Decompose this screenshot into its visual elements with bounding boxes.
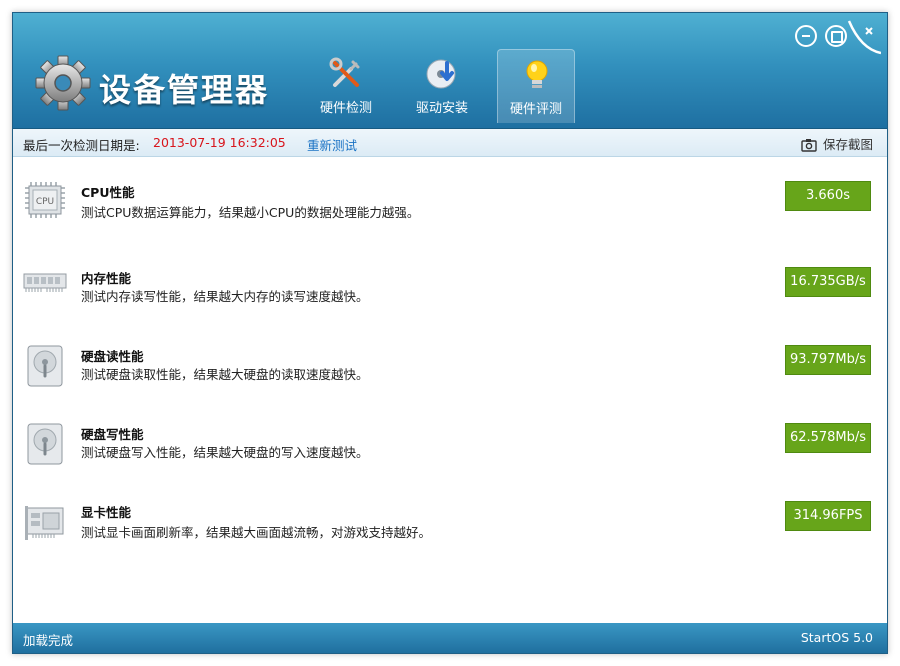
cpu-icon: CPU [25, 182, 65, 218]
tools-icon [329, 57, 360, 87]
cpu-chip-text: CPU [36, 197, 54, 207]
memory-icon [23, 273, 67, 292]
benchmark-score: 16.735GB/s [785, 267, 871, 297]
benchmark-score: 314.96FPS [785, 501, 871, 531]
benchmark-title: 硬盘读性能 [81, 349, 144, 364]
last-check-date: 2013-07-19 16:32:05 [153, 135, 286, 150]
tab-driver-install[interactable]: 驱动安装 [403, 49, 481, 123]
tab-label: 驱动安装 [415, 101, 468, 116]
harddisk-icon [27, 345, 63, 387]
graphics-card-icon [25, 506, 64, 540]
info-bar: 最后一次检测日期是: 2013-07-19 16:32:05 重新测试 保存截图 [13, 129, 887, 157]
os-version: StartOS 5.0 [800, 630, 873, 645]
benchmark-desc: 测试硬盘写入性能，结果越大硬盘的写入速度越快。 [81, 445, 369, 460]
benchmark-title: 硬盘写性能 [81, 427, 144, 442]
benchmark-score: 62.578Mb/s [785, 423, 871, 453]
tab-label: 硬件检测 [319, 101, 372, 116]
last-check-label: 最后一次检测日期是: [23, 138, 140, 153]
benchmark-desc: 测试内存读写性能，结果越大内存的读写速度越快。 [81, 289, 369, 304]
benchmark-row-cpu: CPU CPU性能 测试CPU数据运算能力，结果越小CPU的数据处理能力越强。 … [13, 181, 887, 250]
benchmark-row-memory: 内存性能 测试内存读写性能，结果越大内存的读写速度越快。 16.735GB/s [13, 267, 887, 328]
gear-logo-icon [35, 55, 91, 111]
close-button[interactable] [847, 19, 881, 55]
benchmark-row-disk-write: 硬盘写性能 测试硬盘写入性能，结果越大硬盘的写入速度越快。 62.578Mb/s [13, 423, 887, 484]
retest-link[interactable]: 重新测试 [307, 135, 357, 154]
minimize-button[interactable] [795, 25, 817, 47]
benchmark-row-graphics: 显卡性能 测试显卡画面刷新率，结果越大画面越流畅，对游戏支持越好。 314.96… [13, 501, 887, 562]
header: 设备管理器 硬件检测 驱动安装 硬件评测 [13, 13, 887, 129]
save-screenshot-button[interactable]: 保存截图 [801, 134, 873, 153]
harddisk-icon [27, 423, 63, 465]
benchmark-score: 93.797Mb/s [785, 345, 871, 375]
benchmark-desc: 测试CPU数据运算能力，结果越小CPU的数据处理能力越强。 [81, 205, 420, 220]
device-manager-window: 设备管理器 硬件检测 驱动安装 硬件评测 最后一次检测日期是: 2013-07-… [12, 12, 888, 654]
save-screenshot-label: 保存截图 [822, 137, 873, 152]
camera-icon [801, 139, 817, 152]
tab-label: 硬件评测 [509, 102, 562, 117]
benchmark-row-disk-read: 硬盘读性能 测试硬盘读取性能，结果越大硬盘的读取速度越快。 93.797Mb/s [13, 345, 887, 406]
status-text: 加载完成 [23, 633, 74, 648]
benchmark-desc: 测试显卡画面刷新率，结果越大画面越流畅，对游戏支持越好。 [81, 525, 432, 540]
benchmark-score: 3.660s [785, 181, 871, 211]
tab-hardware-benchmark[interactable]: 硬件评测 [497, 49, 575, 123]
benchmark-desc: 测试硬盘读取性能，结果越大硬盘的读取速度越快。 [81, 367, 369, 382]
benchmark-title: 显卡性能 [81, 505, 132, 520]
status-bar: 加载完成 StartOS 5.0 [13, 623, 887, 653]
maximize-button[interactable] [825, 25, 847, 47]
driver-disc-icon [426, 59, 456, 89]
tab-hardware-detect[interactable]: 硬件检测 [307, 49, 385, 123]
app-title: 设备管理器 [99, 71, 270, 109]
lightbulb-icon [526, 60, 548, 88]
benchmark-title: CPU性能 [81, 185, 135, 200]
benchmark-list: CPU CPU性能 测试CPU数据运算能力，结果越小CPU的数据处理能力越强。 … [13, 158, 887, 624]
benchmark-title: 内存性能 [81, 271, 132, 286]
